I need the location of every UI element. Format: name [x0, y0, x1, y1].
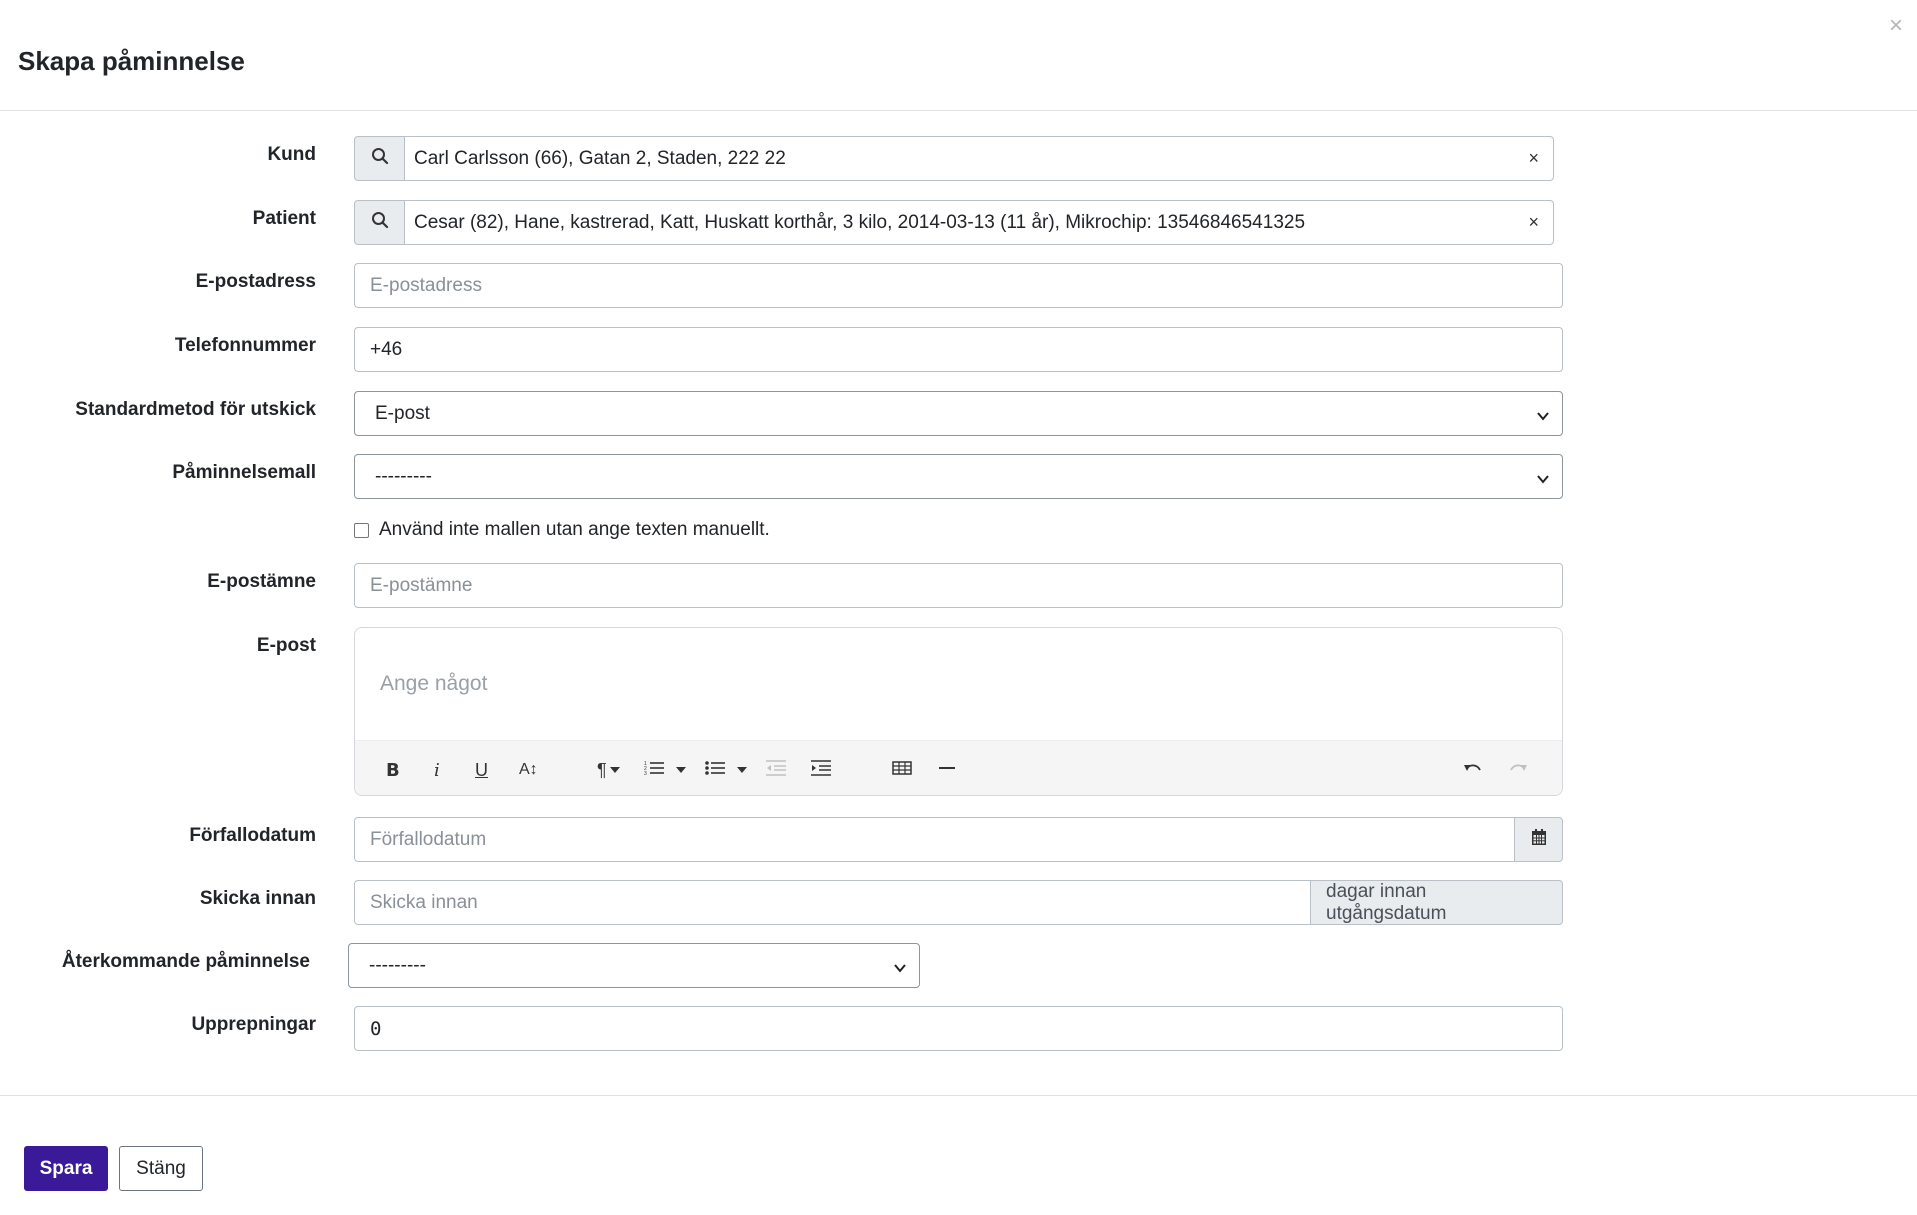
kund-value: Carl Carlsson (66), Gatan 2, Staden, 222… [414, 147, 786, 169]
modal-title: Skapa påminnelse [18, 46, 245, 76]
send-before-suffix: dagar innan utgångsdatum [1310, 880, 1563, 925]
create-reminder-modal: Skapa påminnelse × Kund Carl Carlsson (6… [0, 0, 1917, 1215]
send-before-label: Skicka innan [199, 888, 316, 909]
table-button[interactable] [892, 759, 912, 781]
calendar-button[interactable] [1514, 817, 1563, 862]
chevron-down-icon [1536, 407, 1550, 429]
table-icon [892, 760, 912, 781]
save-button[interactable]: Spara [24, 1146, 108, 1191]
close-icon[interactable]: × [1889, 14, 1903, 38]
redo-button[interactable] [1508, 759, 1528, 781]
subject-field[interactable]: E-postämne [354, 563, 1563, 608]
email-body-textarea[interactable]: Ange något [355, 628, 1562, 740]
send-before-field[interactable]: Skicka innan [354, 880, 1311, 925]
body-label: E-post [256, 635, 316, 656]
horizontal-rule-button[interactable] [939, 759, 955, 781]
patient-value: Cesar (82), Hane, kastrerad, Katt, Huska… [414, 211, 1306, 233]
patient-clear-icon[interactable]: × [1528, 212, 1539, 233]
indent-icon [811, 759, 831, 781]
ordered-list-icon: 123 [644, 760, 664, 781]
paragraph-button[interactable]: ¶ [597, 759, 620, 781]
paragraph-icon: ¶ [597, 759, 607, 780]
default-method-select[interactable]: E-post [354, 391, 1563, 436]
font-size-button[interactable]: A↕ [519, 759, 538, 781]
template-select[interactable]: --------- [354, 454, 1563, 499]
kund-field: Carl Carlsson (66), Gatan 2, Staden, 222… [354, 136, 1554, 181]
unordered-list-icon [705, 760, 725, 781]
template-label: Påminnelsemall [172, 462, 316, 483]
chevron-down-icon [1536, 470, 1550, 492]
editor-toolbar: B i U A↕ ¶ 123 [355, 740, 1562, 795]
search-icon [371, 147, 389, 170]
horizontal-rule-icon [939, 760, 955, 781]
email-field[interactable]: E-postadress [354, 263, 1563, 308]
recurring-label: Återkommande påminnelse [61, 951, 310, 972]
patient-field: Cesar (82), Hane, kastrerad, Katt, Huska… [354, 200, 1554, 245]
undo-icon [1463, 760, 1483, 781]
svg-text:3: 3 [644, 771, 647, 776]
undo-button[interactable] [1463, 759, 1483, 781]
modal-footer: Spara Stäng [0, 1095, 1917, 1215]
patient-input[interactable]: Cesar (82), Hane, kastrerad, Katt, Huska… [404, 200, 1554, 245]
bold-button[interactable]: B [386, 759, 400, 781]
italic-button[interactable]: i [434, 759, 440, 781]
default-method-value: E-post [375, 402, 430, 424]
chevron-down-icon [893, 959, 907, 981]
patient-label: Patient [252, 208, 316, 229]
close-button[interactable]: Stäng [119, 1146, 203, 1191]
template-value: --------- [375, 465, 432, 487]
kund-input[interactable]: Carl Carlsson (66), Gatan 2, Staden, 222… [404, 136, 1554, 181]
kund-clear-icon[interactable]: × [1528, 148, 1539, 169]
underline-button[interactable]: U [475, 759, 488, 781]
recurring-select[interactable]: --------- [348, 943, 920, 988]
kund-search-button[interactable] [354, 136, 404, 181]
due-date-field[interactable]: Förfallodatum [354, 817, 1515, 862]
modal-header: Skapa påminnelse × [0, 0, 1917, 111]
search-icon [371, 211, 389, 234]
email-body-editor: Ange något B i U A↕ ¶ 123 [354, 627, 1563, 796]
manual-text-checkbox-label: Använd inte mallen utan ange texten manu… [379, 519, 770, 540]
manual-text-checkbox[interactable] [354, 522, 369, 538]
repetitions-field[interactable]: 0 [354, 1006, 1563, 1051]
default-method-label: Standardmetod för utskick [75, 399, 316, 420]
recurring-value: --------- [369, 954, 426, 976]
redo-icon [1508, 760, 1528, 781]
outdent-icon [766, 759, 786, 781]
ordered-list-button[interactable]: 123 [644, 759, 686, 781]
repetitions-label: Upprepningar [191, 1014, 316, 1035]
patient-search-button[interactable] [354, 200, 404, 245]
phone-label: Telefonnummer [174, 335, 316, 356]
phone-field[interactable]: +46 [354, 327, 1563, 372]
unordered-list-button[interactable] [705, 759, 747, 781]
outdent-button[interactable] [766, 759, 786, 781]
due-date-label: Förfallodatum [189, 825, 316, 846]
subject-label: E-postämne [207, 571, 316, 592]
manual-text-checkbox-row[interactable]: Använd inte mallen utan ange texten manu… [354, 519, 770, 541]
indent-button[interactable] [811, 759, 831, 781]
kund-label: Kund [267, 144, 316, 165]
calendar-icon [1531, 828, 1547, 851]
email-label: E-postadress [195, 271, 316, 292]
